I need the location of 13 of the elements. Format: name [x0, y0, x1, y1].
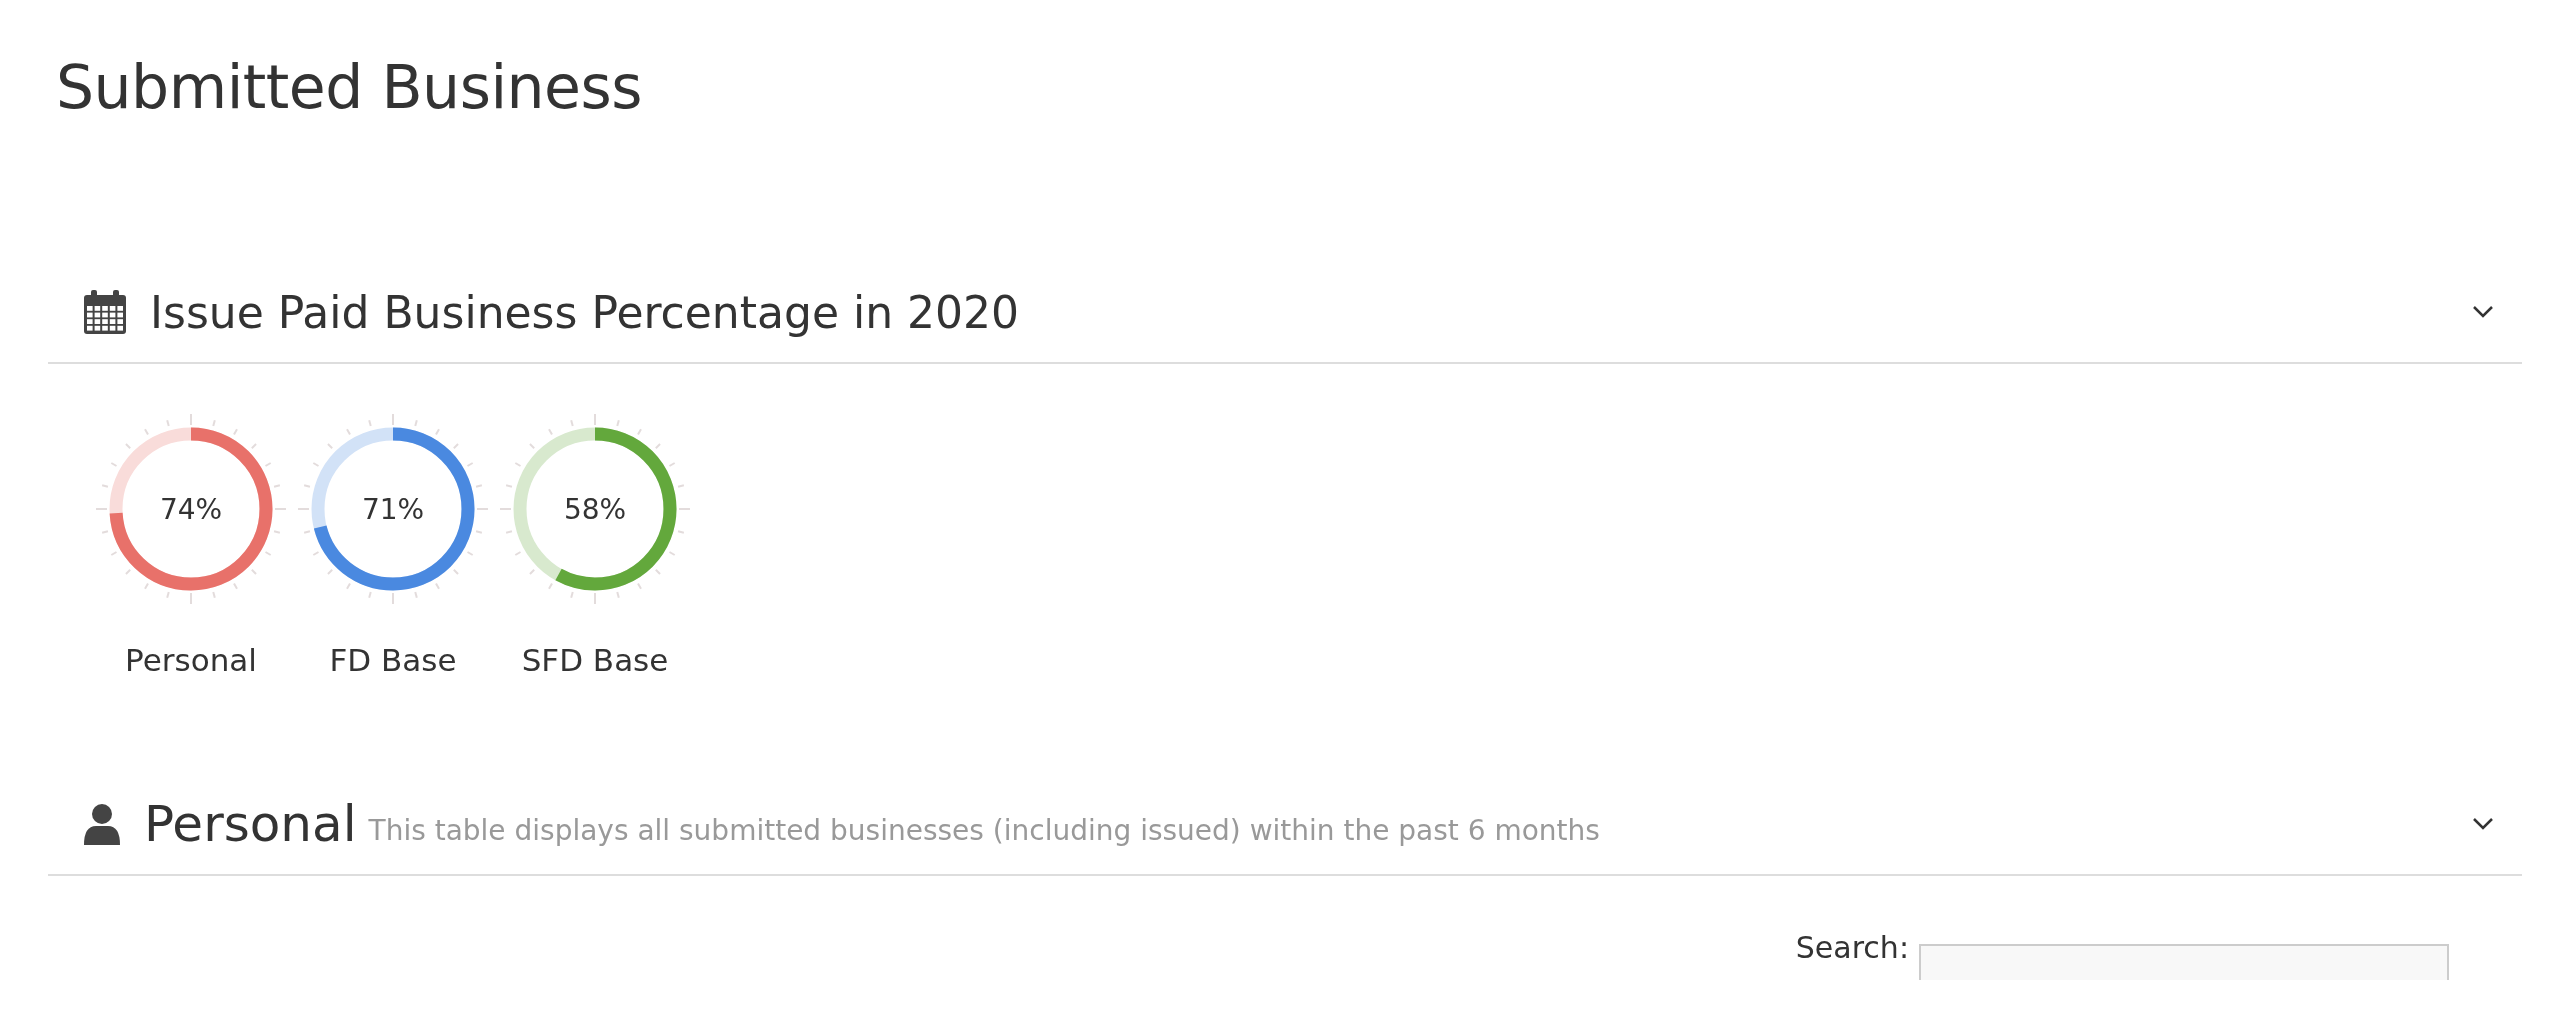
gauge-label: FD Base — [329, 642, 457, 678]
section-title: Personal — [144, 795, 357, 853]
gauge-label: SFD Base — [521, 642, 669, 678]
gauge-label: Personal — [125, 642, 257, 678]
user-icon — [82, 803, 122, 845]
gauge-percentage: 74% — [159, 492, 223, 526]
section-title: Issue Paid Business Percentage in 2020 — [150, 286, 1020, 338]
search-label: Search: — [1795, 929, 1909, 965]
gauge-percentage: 71% — [361, 492, 425, 526]
calendar-icon — [82, 289, 128, 335]
page-title: Submitted Business — [56, 52, 644, 122]
section-subtitle: This table displays all submitted businesses (including issued) within the past 6 months — [368, 813, 1600, 847]
gauge-percentage: 58% — [563, 492, 627, 526]
